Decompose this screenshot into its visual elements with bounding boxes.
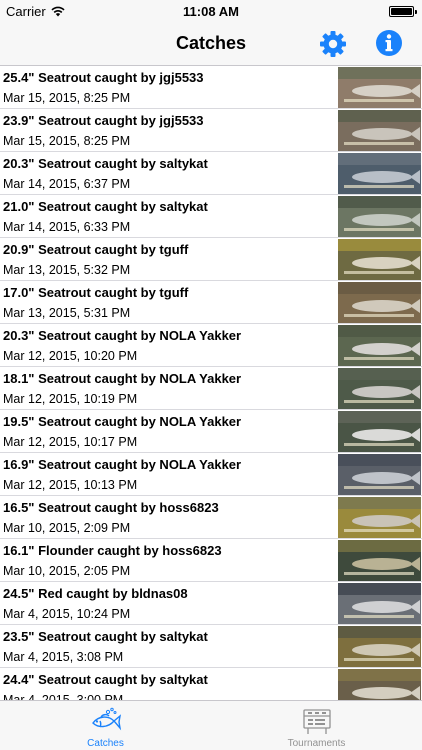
catch-photo xyxy=(338,669,421,700)
catch-date: Mar 14, 2015, 6:33 PM xyxy=(3,220,131,234)
catch-headline: 17.0" Seatrout caught by tguff xyxy=(3,285,189,300)
catch-text: 16.1" Flounder caught by hoss6823 Mar 10,… xyxy=(3,539,332,581)
catch-date: Mar 13, 2015, 5:31 PM xyxy=(3,306,131,320)
catch-row[interactable]: 16.1" Flounder caught by hoss6823 Mar 10,… xyxy=(0,539,422,582)
catch-date: Mar 12, 2015, 10:20 PM xyxy=(3,349,138,363)
catch-photo xyxy=(338,67,421,108)
status-bar: Carrier 11:08 AM xyxy=(0,0,422,24)
catch-row[interactable]: 23.5" Seatrout caught by saltykat Mar 4, … xyxy=(0,625,422,668)
catch-text: 16.9" Seatrout caught by NOLA Yakker Mar … xyxy=(3,453,332,495)
catch-row[interactable]: 19.5" Seatrout caught by NOLA Yakker Mar … xyxy=(0,410,422,453)
catch-photo xyxy=(338,583,421,624)
catch-date: Mar 12, 2015, 10:17 PM xyxy=(3,435,138,449)
catch-headline: 23.5" Seatrout caught by saltykat xyxy=(3,629,208,644)
catch-photo xyxy=(338,626,421,667)
catch-row[interactable]: 24.5" Red caught by bldnas08 Mar 4, 2015,… xyxy=(0,582,422,625)
catch-photo xyxy=(338,239,421,280)
catch-text: 16.5" Seatrout caught by hoss6823 Mar 10,… xyxy=(3,496,332,538)
catch-photo xyxy=(338,282,421,323)
catch-headline: 16.5" Seatrout caught by hoss6823 xyxy=(3,500,219,515)
catch-text: 20.3" Seatrout caught by NOLA Yakker Mar … xyxy=(3,324,332,366)
catch-headline: 18.1" Seatrout caught by NOLA Yakker xyxy=(3,371,242,386)
catch-text: 24.4" Seatrout caught by saltykat Mar 4, … xyxy=(3,668,332,700)
catch-headline: 23.9" Seatrout caught by jgj5533 xyxy=(3,113,204,128)
catch-row[interactable]: 21.0" Seatrout caught by saltykat Mar 14,… xyxy=(0,195,422,238)
catch-row[interactable]: 23.9" Seatrout caught by jgj5533 Mar 15, … xyxy=(0,109,422,152)
catch-photo xyxy=(338,153,421,194)
status-time: 11:08 AM xyxy=(183,4,239,19)
catch-row[interactable]: 16.9" Seatrout caught by NOLA Yakker Mar … xyxy=(0,453,422,496)
catch-text: 24.5" Red caught by bldnas08 Mar 4, 2015,… xyxy=(3,582,332,624)
catch-row[interactable]: 25.4" Seatrout caught by jgj5533 Mar 15, … xyxy=(0,66,422,109)
catch-text: 17.0" Seatrout caught by tguff Mar 13, 20… xyxy=(3,281,332,323)
catch-date: Mar 14, 2015, 6:37 PM xyxy=(3,177,131,191)
catch-date: Mar 10, 2015, 2:05 PM xyxy=(3,564,131,578)
catch-date: Mar 4, 2015, 10:24 PM xyxy=(3,607,131,621)
catch-photo xyxy=(338,411,421,452)
catch-row[interactable]: 20.9" Seatrout caught by tguff Mar 13, 20… xyxy=(0,238,422,281)
catch-date: Mar 12, 2015, 10:13 PM xyxy=(3,478,138,492)
catch-headline: 16.1" Flounder caught by hoss6823 xyxy=(3,543,222,558)
catch-photo xyxy=(338,110,421,151)
catch-date: Mar 4, 2015, 3:00 PM xyxy=(3,693,124,700)
catch-row[interactable]: 17.0" Seatrout caught by tguff Mar 13, 20… xyxy=(0,281,422,324)
catch-date: Mar 13, 2015, 5:32 PM xyxy=(3,263,131,277)
catch-text: 20.3" Seatrout caught by saltykat Mar 14,… xyxy=(3,152,332,194)
catch-headline: 24.5" Red caught by bldnas08 xyxy=(3,586,188,601)
catch-headline: 19.5" Seatrout caught by NOLA Yakker xyxy=(3,414,242,429)
catch-date: Mar 15, 2015, 8:25 PM xyxy=(3,134,131,148)
catch-text: 18.1" Seatrout caught by NOLA Yakker Mar … xyxy=(3,367,332,409)
tab-catches[interactable]: Catches xyxy=(0,701,211,750)
catch-row[interactable]: 20.3" Seatrout caught by saltykat Mar 14,… xyxy=(0,152,422,195)
info-icon[interactable] xyxy=(375,29,403,57)
catch-text: 21.0" Seatrout caught by saltykat Mar 14,… xyxy=(3,195,332,237)
tab-tournaments[interactable]: Tournaments xyxy=(211,701,422,750)
catch-date: Mar 12, 2015, 10:19 PM xyxy=(3,392,138,406)
catch-text: 23.5" Seatrout caught by saltykat Mar 4, … xyxy=(3,625,332,667)
tournament-board-icon xyxy=(302,709,331,734)
tab-tournaments-label: Tournaments xyxy=(287,738,346,749)
catch-text: 20.9" Seatrout caught by tguff Mar 13, 20… xyxy=(3,238,332,280)
catch-photo xyxy=(338,540,421,581)
tab-bar: Catches Tournaments xyxy=(0,700,422,750)
catch-photo xyxy=(338,325,421,366)
catch-headline: 25.4" Seatrout caught by jgj5533 xyxy=(3,70,204,85)
catch-text: 23.9" Seatrout caught by jgj5533 Mar 15, … xyxy=(3,109,332,151)
catch-headline: 21.0" Seatrout caught by saltykat xyxy=(3,199,208,214)
catch-headline: 24.4" Seatrout caught by saltykat xyxy=(3,672,208,687)
catch-date: Mar 4, 2015, 3:08 PM xyxy=(3,650,124,664)
catch-text: 19.5" Seatrout caught by NOLA Yakker Mar … xyxy=(3,410,332,452)
catch-photo xyxy=(338,497,421,538)
catch-row[interactable]: 20.3" Seatrout caught by NOLA Yakker Mar … xyxy=(0,324,422,367)
catch-photo xyxy=(338,368,421,409)
catch-text: 25.4" Seatrout caught by jgj5533 Mar 15, … xyxy=(3,66,332,108)
catch-photo xyxy=(338,454,421,495)
catch-headline: 16.9" Seatrout caught by NOLA Yakker xyxy=(3,457,242,472)
catch-photo xyxy=(338,196,421,237)
catch-row[interactable]: 16.5" Seatrout caught by hoss6823 Mar 10,… xyxy=(0,496,422,539)
catch-date: Mar 15, 2015, 8:25 PM xyxy=(3,91,131,105)
page-title: Catches xyxy=(175,33,247,53)
catch-date: Mar 10, 2015, 2:09 PM xyxy=(3,521,131,535)
catch-headline: 20.3" Seatrout caught by saltykat xyxy=(3,156,208,171)
tab-catches-label: Catches xyxy=(87,738,124,749)
catch-row[interactable]: 24.4" Seatrout caught by saltykat Mar 4, … xyxy=(0,668,422,700)
navigation-bar: Catches xyxy=(0,24,422,66)
fish-icon xyxy=(91,707,121,731)
catch-row[interactable]: 18.1" Seatrout caught by NOLA Yakker Mar … xyxy=(0,367,422,410)
catch-headline: 20.9" Seatrout caught by tguff xyxy=(3,242,189,257)
gear-icon[interactable] xyxy=(318,29,348,59)
catch-list[interactable]: 25.4" Seatrout caught by jgj5533 Mar 15, … xyxy=(0,66,422,700)
battery-icon xyxy=(389,6,417,17)
catch-headline: 20.3" Seatrout caught by NOLA Yakker xyxy=(3,328,242,343)
